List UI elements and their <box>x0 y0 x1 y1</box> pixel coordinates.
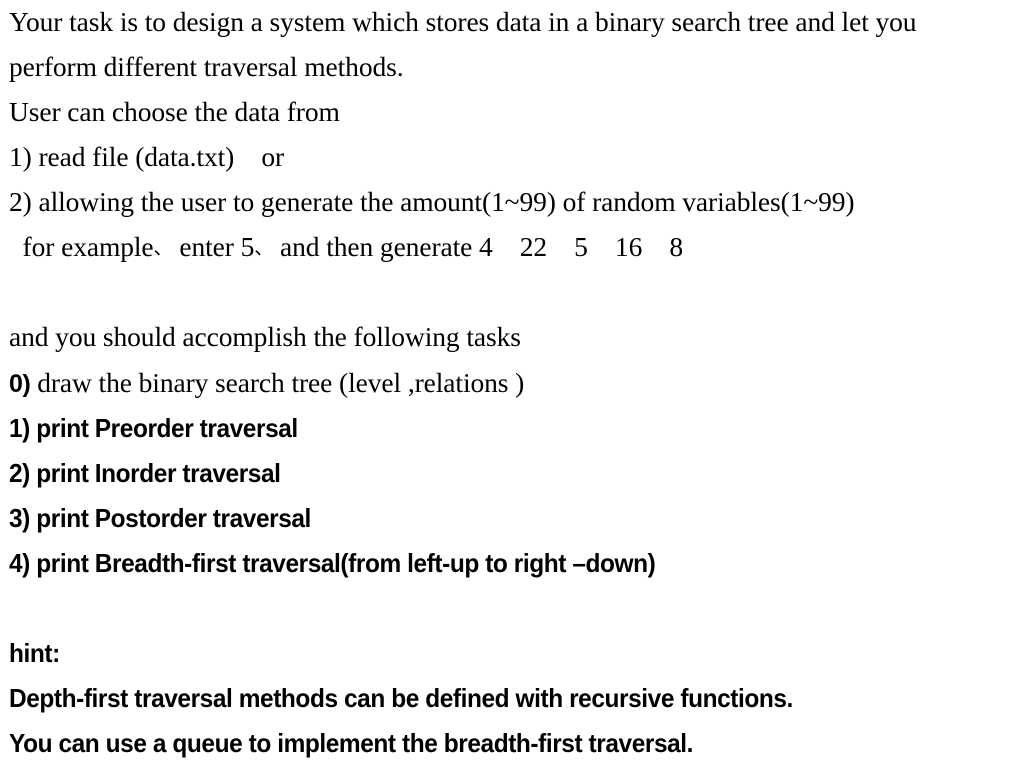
task-item-2: 2) print Inorder traversal <box>9 458 281 488</box>
task-item-1: 1) print Preorder traversal <box>9 413 298 443</box>
intro-line-1: Your task is to design a system which st… <box>9 6 917 37</box>
task-item-4: 4) print Breadth-first traversal(from le… <box>9 548 656 578</box>
cjk-comma-icon: 、 <box>254 237 274 259</box>
task-item-3: 3) print Postorder traversal <box>9 503 311 533</box>
data-source-option-1: 1) read file (data.txt) or <box>9 141 285 172</box>
intro-line-2: perform different traversal methods. <box>9 51 404 82</box>
tasks-heading: and you should accomplish the following … <box>9 321 521 352</box>
hint-line-2: You can use a queue to implement the bre… <box>9 728 694 758</box>
data-source-option-2: 2) allowing the user to generate the amo… <box>9 186 855 217</box>
intro-line-3: User can choose the data from <box>9 96 340 127</box>
hint-line-1: Depth-first traversal methods can be def… <box>9 683 793 713</box>
task-item-0: 0) draw the binary search tree (level ,r… <box>9 369 524 397</box>
task-0-marker: 0) <box>9 370 31 398</box>
cjk-comma-icon: 、 <box>153 237 173 259</box>
example-suffix: and then generate 4 22 5 16 8 <box>273 231 683 262</box>
hint-label: hint: <box>9 638 60 668</box>
example-mid: enter 5 <box>172 231 255 262</box>
document-page: Your task is to design a system which st… <box>0 0 1024 764</box>
data-source-example: for example、 enter 5、 and then generate … <box>9 231 684 262</box>
task-0-text: draw the binary search tree (level ,rela… <box>30 367 525 398</box>
example-prefix: for example <box>9 231 154 262</box>
